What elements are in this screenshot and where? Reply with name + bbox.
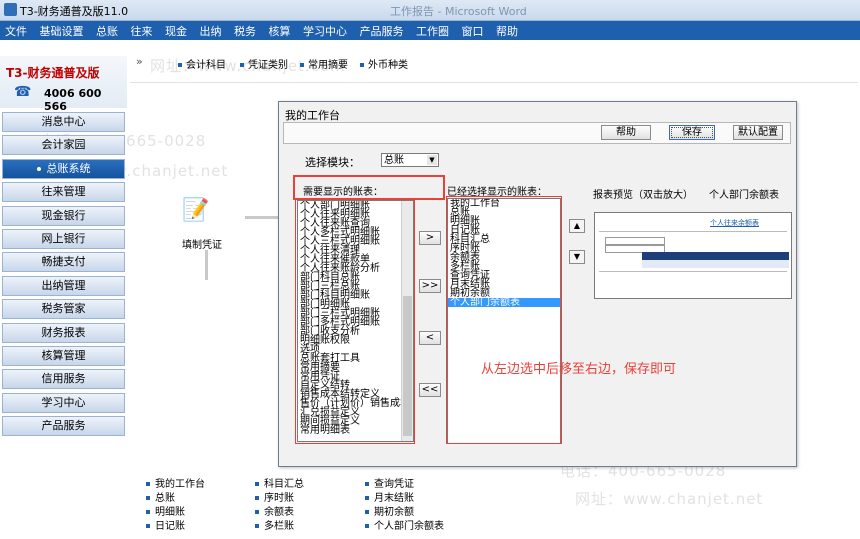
preview-field (605, 237, 665, 245)
sidebar-item-receivables[interactable]: 往来管理 (2, 182, 125, 203)
menu-general-ledger[interactable]: 总账 (91, 21, 122, 39)
sidebar-item-general-ledger[interactable]: 总账系统 (2, 158, 125, 179)
link-month-end[interactable]: 月末结账 (365, 489, 414, 504)
menu-file[interactable]: 文件 (0, 21, 31, 39)
sidebar-item-learning[interactable]: 学习中心 (2, 392, 125, 413)
link-general-ledger[interactable]: 总账 (146, 489, 175, 504)
preview-report-title: 个人往来余额表 (710, 219, 759, 227)
menu-cashier[interactable]: 出纳 (195, 21, 226, 39)
my-workbench-dialog: 我的工作台 帮助 保存 默认配置 选择模块： 总账 ▼ 需要显示的账表： 已经选择… (278, 101, 797, 467)
link-subject-summary[interactable]: 科目汇总 (255, 475, 304, 490)
sidebar-item-label: 总账系统 (46, 161, 91, 175)
menu-accounts[interactable]: 往来 (126, 21, 157, 39)
preview-label: 报表预览（双击放大） (593, 190, 693, 201)
move-right-button[interactable]: > (419, 231, 441, 245)
expand-chevron-icon[interactable]: » (136, 55, 143, 68)
menu-window[interactable]: 窗口 (457, 21, 488, 39)
link-journal[interactable]: 日记账 (146, 517, 185, 532)
module-select[interactable]: 总账 ▼ (381, 153, 439, 167)
brand-name: T3-财务通普及版 (6, 66, 100, 80)
sidebar-item-tax[interactable]: 税务管家 (2, 299, 125, 320)
move-left-button[interactable]: < (419, 331, 441, 345)
highlight-box-available (295, 198, 415, 444)
watermark: 网址：www.chanjet.net (575, 490, 764, 508)
preview-table-header (642, 252, 789, 260)
move-up-button[interactable]: ▲ (569, 219, 585, 233)
link-query-voucher[interactable]: 查询凭证 (365, 475, 414, 490)
available-list-label: 需要显示的账表： (303, 187, 383, 198)
link-my-workbench[interactable]: 我的工作台 (146, 475, 205, 490)
menu-products[interactable]: 产品服务 (355, 21, 408, 39)
report-preview[interactable]: 个人往来余额表 (594, 212, 792, 299)
brand-phone: 4006 600 566 (44, 87, 102, 113)
nav-voucher-types[interactable]: 凭证类别 (240, 56, 288, 71)
preview-divider (599, 271, 787, 272)
move-all-right-button[interactable]: >> (419, 279, 441, 293)
sidebar-item-payment[interactable]: 畅捷支付 (2, 252, 125, 273)
sidebar: 消息中心 会计家园 总账系统 往来管理 现金银行 网上银行 畅捷支付 出纳管理 … (0, 112, 127, 439)
nav-currencies[interactable]: 外币种类 (360, 56, 408, 71)
menu-bar: 文件 基础设置 总账 往来 现金 出纳 税务 核算 学习中心 产品服务 工作圈 … (0, 21, 860, 40)
sidebar-item-products[interactable]: 产品服务 (2, 416, 125, 437)
quick-nav: » 会计科目 凭证类别 常用摘要 外币种类 (128, 52, 860, 72)
default-config-button[interactable]: 默认配置 (733, 125, 783, 140)
sidebar-item-cash-bank[interactable]: 现金银行 (2, 205, 125, 226)
sidebar-item-reports[interactable]: 财务报表 (2, 322, 125, 343)
menu-workcircle[interactable]: 工作圈 (411, 21, 453, 39)
dialog-title: 我的工作台 (285, 109, 340, 122)
sidebar-item-messages[interactable]: 消息中心 (2, 112, 125, 132)
menu-tax[interactable]: 税务 (229, 21, 260, 39)
menu-basic-settings[interactable]: 基础设置 (35, 21, 88, 39)
menu-accounting[interactable]: 核算 (264, 21, 295, 39)
link-detail-ledger[interactable]: 明细账 (146, 503, 185, 518)
nav-common-summaries[interactable]: 常用摘要 (300, 56, 348, 71)
sidebar-item-online-bank[interactable]: 网上银行 (2, 228, 125, 249)
move-all-left-button[interactable]: << (419, 383, 441, 397)
preview-divider (599, 231, 787, 232)
module-select-value: 总账 (384, 155, 404, 166)
preview-table-row (642, 260, 789, 268)
nav-account-subjects[interactable]: 会计科目 (178, 56, 226, 71)
menu-help[interactable]: 帮助 (491, 21, 522, 39)
link-chronological[interactable]: 序时账 (255, 489, 294, 504)
chevron-down-icon: ▼ (427, 155, 437, 165)
sidebar-item-credit[interactable]: 信用服务 (2, 369, 125, 390)
voucher-entry-label[interactable]: 填制凭证 (182, 236, 222, 251)
window-titlebar: T3-财务通普及版11.0 工作报告 - Microsoft Word (0, 0, 860, 21)
brand-panel: T3-财务通普及版 ☎ 4006 600 566 (0, 56, 127, 113)
link-balance-sheet[interactable]: 余额表 (255, 503, 294, 518)
instruction-annotation: 从左边选中后移至右边，保存即可 (481, 362, 677, 377)
active-dot-icon (36, 166, 41, 171)
background-window-title: 工作报告 - Microsoft Word (390, 5, 527, 18)
preview-report-name: 个人部门余额表 (709, 190, 779, 201)
sidebar-item-accounting[interactable]: 核算管理 (2, 345, 125, 366)
help-button[interactable]: 帮助 (601, 125, 651, 140)
menu-learning[interactable]: 学习中心 (298, 21, 351, 39)
phone-icon: ☎ (14, 84, 32, 100)
highlight-box-selected (446, 196, 562, 444)
flow-line (130, 82, 858, 83)
flow-line (205, 250, 208, 280)
sidebar-item-accounting-home[interactable]: 会计家园 (2, 135, 125, 156)
module-label: 选择模块： (305, 156, 360, 169)
app-icon (4, 3, 17, 16)
link-opening-balance[interactable]: 期初余额 (365, 503, 414, 518)
voucher-entry-icon[interactable]: 📝 (182, 198, 209, 223)
flow-line (245, 216, 278, 219)
link-person-dept-balance[interactable]: 个人部门余额表 (365, 517, 444, 532)
link-multi-column[interactable]: 多栏账 (255, 517, 294, 532)
window-title: T3-财务通普及版11.0 (20, 5, 129, 18)
move-down-button[interactable]: ▼ (569, 250, 585, 264)
sidebar-item-cashier[interactable]: 出纳管理 (2, 275, 125, 296)
menu-cash[interactable]: 现金 (160, 21, 191, 39)
save-button[interactable]: 保存 (669, 125, 715, 140)
